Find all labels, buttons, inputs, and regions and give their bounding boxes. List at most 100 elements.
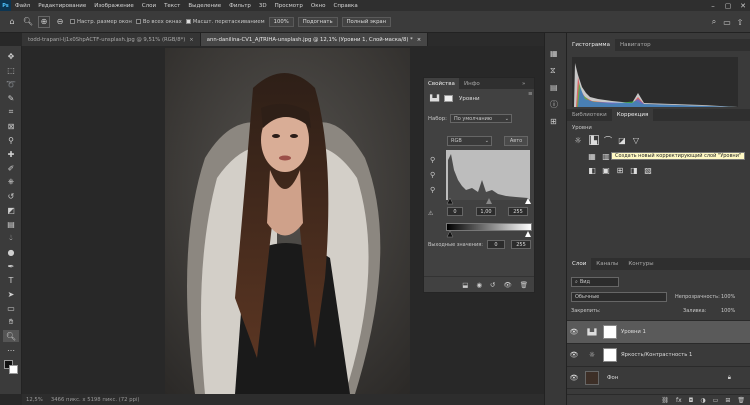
- crop-tool-icon[interactable]: ⌗: [3, 106, 19, 118]
- panel-menu-icon[interactable]: ≡: [524, 88, 537, 99]
- maximize-icon[interactable]: ▢: [721, 0, 735, 11]
- zoom-out-icon[interactable]: ⊖: [54, 16, 66, 28]
- eye-icon[interactable]: 👁︎: [567, 351, 581, 359]
- close-tab-icon[interactable]: ×: [417, 37, 421, 43]
- tab-layers[interactable]: Слои: [567, 258, 592, 270]
- close-tab-icon[interactable]: ×: [189, 37, 193, 43]
- zoom-in-icon[interactable]: ⊕: [38, 15, 50, 28]
- more-tools-icon[interactable]: ⋯: [3, 344, 19, 356]
- frame-tool-icon[interactable]: ⊠: [3, 120, 19, 132]
- vibrance-icon[interactable]: ▦: [587, 151, 597, 161]
- trash-icon[interactable]: 🗑︎: [520, 281, 528, 289]
- quick-selection-icon[interactable]: ✎: [3, 92, 19, 104]
- lasso-tool-icon[interactable]: ➰: [3, 78, 19, 90]
- share-icon[interactable]: ⇧: [734, 16, 746, 28]
- channel-mixer-icon[interactable]: ▣: [601, 165, 611, 175]
- new-adjustment-icon[interactable]: ◑: [700, 397, 705, 404]
- marquee-tool-icon[interactable]: ⬚: [3, 64, 19, 76]
- pen-tool-icon[interactable]: ✒: [3, 260, 19, 272]
- blend-mode-select[interactable]: Обычные: [571, 292, 667, 302]
- menu-select[interactable]: Выделение: [184, 3, 225, 9]
- tab-document-2[interactable]: ann-danilina-CV1_AjTRIHA-unsplash.jpg @ …: [200, 33, 429, 46]
- menu-filter[interactable]: Фильтр: [225, 3, 255, 9]
- input-black-field[interactable]: 0: [447, 207, 463, 216]
- zoom-icon[interactable]: 🔍︎: [3, 330, 19, 342]
- eye-icon[interactable]: 👁︎: [567, 374, 581, 382]
- properties-panel-icon[interactable]: ▤: [550, 79, 558, 96]
- eye-icon[interactable]: 👁︎: [567, 328, 581, 336]
- tab-document-1[interactable]: todd-trapani-Ij1x0ShpACTF-unsplash.jpg @…: [22, 33, 201, 46]
- add-mask-icon[interactable]: ◘: [689, 397, 694, 404]
- info-panel-icon[interactable]: ⓘ: [550, 96, 558, 113]
- eye-icon[interactable]: 👁︎: [503, 281, 511, 289]
- posterize-icon[interactable]: ▧: [643, 165, 653, 175]
- background-color-swatch[interactable]: [9, 365, 18, 374]
- menu-3d[interactable]: 3D: [255, 3, 271, 9]
- menu-window[interactable]: Окно: [307, 3, 330, 9]
- tab-histogram[interactable]: Гистограмма: [567, 39, 615, 51]
- workspace-icon[interactable]: ▭: [721, 16, 733, 28]
- layer-row[interactable]: 👁︎ Фон 🔒︎: [567, 366, 750, 389]
- search-icon[interactable]: ⌕: [708, 16, 720, 28]
- histogram-panel-icon[interactable]: ▦: [550, 45, 558, 62]
- layer-name[interactable]: Яркость/Контрастность 1: [621, 352, 692, 358]
- invert-icon[interactable]: ◨: [629, 165, 639, 175]
- channel-select[interactable]: RGB ⌄: [447, 136, 492, 146]
- new-layer-icon[interactable]: ⊞: [725, 397, 730, 404]
- hue-saturation-icon[interactable]: ▥: [601, 151, 611, 161]
- layer-mask-thumbnail[interactable]: [603, 348, 617, 362]
- new-group-icon[interactable]: ▭: [713, 397, 719, 404]
- blur-icon[interactable]: 💧︎: [3, 232, 19, 244]
- layer-name[interactable]: Уровни 1: [621, 329, 646, 335]
- tab-channels[interactable]: Каналы: [591, 258, 623, 270]
- mask-icon[interactable]: [444, 95, 453, 102]
- trash-icon[interactable]: 🗑︎: [737, 397, 745, 404]
- output-black-field[interactable]: 0: [487, 240, 505, 249]
- tab-libraries[interactable]: Библиотеки: [567, 109, 612, 121]
- layer-row[interactable]: 👁︎ ☼ Яркость/Контрастность 1: [567, 343, 750, 366]
- move-tool-icon[interactable]: ✥: [3, 50, 19, 62]
- eraser-icon[interactable]: ◩: [3, 204, 19, 216]
- menu-view[interactable]: Просмотр: [271, 3, 307, 9]
- hand-tool-icon[interactable]: ✋︎: [3, 316, 19, 328]
- exposure-icon[interactable]: ◪: [617, 135, 627, 145]
- menu-file[interactable]: Файл: [11, 3, 34, 9]
- auto-button[interactable]: Авто: [504, 136, 528, 146]
- fill-screen-button[interactable]: Полный экран: [341, 16, 392, 27]
- tab-adjustments[interactable]: Коррекция: [611, 109, 654, 121]
- input-white-field[interactable]: 255: [508, 207, 528, 216]
- fit-screen-button[interactable]: Подогнать: [297, 16, 338, 27]
- history-brush-icon[interactable]: ↺: [3, 190, 19, 202]
- path-selection-icon[interactable]: ➤: [3, 288, 19, 300]
- minimize-icon[interactable]: –: [706, 0, 720, 11]
- menu-image[interactable]: Изображение: [90, 3, 138, 9]
- brush-tool-icon[interactable]: ✐: [3, 162, 19, 174]
- layer-filter-select[interactable]: ⌕ Вид: [571, 277, 619, 287]
- gradient-map-triangle-icon[interactable]: ▽: [631, 135, 641, 145]
- fx-icon[interactable]: fx: [676, 397, 682, 404]
- zoom-field[interactable]: 100%: [268, 16, 294, 27]
- layer-row[interactable]: 👁︎ ▙▟ Уровни 1: [567, 320, 750, 343]
- menu-help[interactable]: Справка: [329, 3, 361, 9]
- clone-stamp-icon[interactable]: ⎈: [3, 176, 19, 188]
- reset-icon[interactable]: ↺: [490, 281, 495, 289]
- tab-paths[interactable]: Контуры: [623, 258, 658, 270]
- rectangle-tool-icon[interactable]: ▭: [3, 302, 19, 314]
- photo-filter-icon[interactable]: ◧: [587, 165, 597, 175]
- zoom-level[interactable]: 12,5%: [26, 397, 43, 403]
- healing-brush-icon[interactable]: ✚: [3, 148, 19, 160]
- tab-info[interactable]: Инфо: [460, 78, 484, 89]
- curves-icon[interactable]: ⌒: [603, 135, 613, 145]
- layer-name[interactable]: Фон: [607, 375, 618, 381]
- gray-point-eyedropper-icon[interactable]: ⚲: [430, 168, 435, 183]
- output-sliders[interactable]: [446, 230, 532, 238]
- preset-select[interactable]: По умолчанию ⌄: [450, 114, 512, 123]
- all-windows-checkbox[interactable]: Во всех окнах: [135, 19, 182, 25]
- black-point-eyedropper-icon[interactable]: ⚲: [430, 153, 435, 168]
- scrubby-zoom-checkbox[interactable]: Масшт. перетаскиванием: [185, 19, 265, 25]
- link-layers-icon[interactable]: ⛓: [661, 397, 669, 404]
- close-window-icon[interactable]: ✕: [736, 0, 750, 11]
- history-panel-icon[interactable]: ⧖: [550, 62, 558, 79]
- zoom-tool-icon[interactable]: 🔍︎: [22, 16, 34, 28]
- dodge-icon[interactable]: ●: [3, 246, 19, 258]
